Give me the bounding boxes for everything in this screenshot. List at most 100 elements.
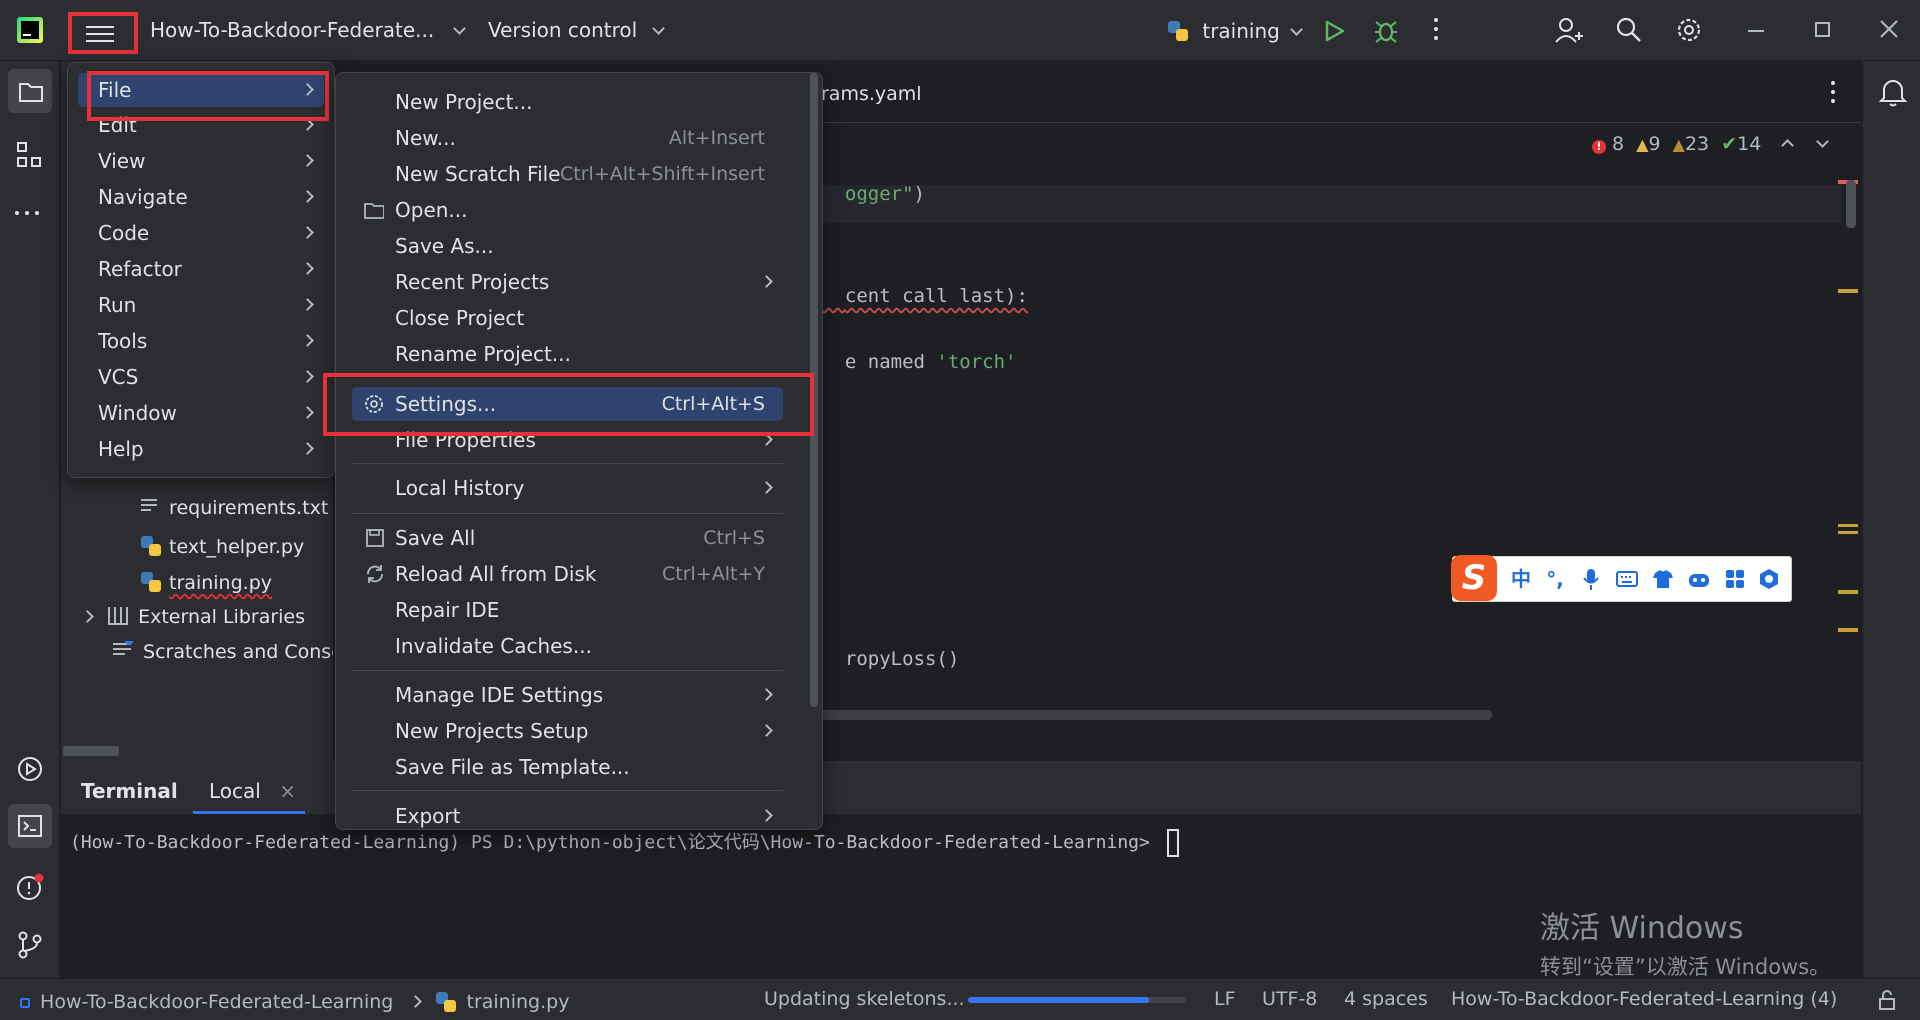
minimize-button[interactable] bbox=[1748, 30, 1764, 32]
code-string: ogger" bbox=[844, 183, 914, 205]
menu-item-save-file-as-template[interactable]: Save File as Template... bbox=[352, 750, 783, 784]
menu-item-new[interactable]: New... Alt+Insert bbox=[352, 121, 783, 155]
git-branch-icon bbox=[18, 931, 42, 959]
menu-item-new-project[interactable]: New Project... bbox=[352, 85, 783, 119]
close-window-button[interactable] bbox=[1878, 18, 1900, 45]
structure-tool-button[interactable] bbox=[16, 141, 44, 174]
watermark-line1: 激活 Windows bbox=[1540, 911, 1744, 946]
save-icon bbox=[366, 529, 384, 547]
tree-item-requirements[interactable]: requirements.txt bbox=[141, 497, 328, 519]
project-selector[interactable]: How-To-Backdoor-Federate... bbox=[150, 18, 466, 42]
chevron-down-icon[interactable] bbox=[1816, 135, 1830, 148]
code-text: e named bbox=[844, 351, 937, 373]
lock-icon[interactable] bbox=[1878, 990, 1898, 1015]
add-user-button[interactable] bbox=[1554, 16, 1584, 49]
menu-item-export[interactable]: Export bbox=[352, 799, 783, 829]
menu-vcs[interactable]: VCS bbox=[78, 360, 324, 394]
vcs-selector[interactable]: Version control bbox=[488, 18, 665, 42]
indent-setting[interactable]: 4 spaces bbox=[1344, 988, 1428, 1010]
menu-item-local-history[interactable]: Local History bbox=[352, 471, 783, 505]
tree-item-scratches[interactable]: Scratches and Conso bbox=[113, 641, 333, 663]
line-separator[interactable]: LF bbox=[1214, 988, 1236, 1010]
keyboard-icon[interactable] bbox=[1615, 567, 1639, 591]
ime-mode-toggle[interactable]: 中 bbox=[1509, 567, 1533, 591]
menu-item-save-as[interactable]: Save As... bbox=[352, 229, 783, 263]
vertical-scrollbar[interactable] bbox=[1846, 180, 1856, 228]
editor-horizontal-scrollbar[interactable] bbox=[820, 710, 1492, 720]
menu-item-invalidate-caches[interactable]: Invalidate Caches... bbox=[352, 629, 783, 663]
prompt-text: (How-To-Backdoor-Federated-Learning) PS … bbox=[70, 832, 1150, 853]
menu-tools[interactable]: Tools bbox=[78, 324, 324, 358]
menu-run[interactable]: Run bbox=[78, 288, 324, 322]
menu-view[interactable]: View bbox=[78, 144, 324, 178]
menu-item-recent-projects[interactable]: Recent Projects bbox=[352, 265, 783, 299]
status-bar: How-To-Backdoor-Federated-Learning train… bbox=[0, 978, 1920, 1020]
close-icon[interactable]: × bbox=[279, 779, 296, 803]
menu-item-new-projects-setup[interactable]: New Projects Setup bbox=[352, 714, 783, 748]
menu-item-reload-all[interactable]: Reload All from Disk Ctrl+Alt+Y bbox=[352, 557, 783, 591]
menu-window[interactable]: Window bbox=[78, 396, 324, 430]
inspection-widget[interactable]: ! 8 ▲9 ▲23 ✔14 bbox=[1592, 133, 1830, 155]
chevron-right-icon bbox=[301, 262, 314, 275]
code-line: ogger") bbox=[822, 161, 925, 205]
chevron-up-icon[interactable] bbox=[1781, 139, 1795, 152]
python-icon bbox=[436, 992, 457, 1012]
breadcrumb-file[interactable]: training.py bbox=[467, 991, 570, 1013]
tree-item-training[interactable]: training.py bbox=[141, 569, 272, 594]
menu-help[interactable]: Help bbox=[78, 432, 324, 466]
menu-item-repair-ide[interactable]: Repair IDE bbox=[352, 593, 783, 627]
breadcrumb-project[interactable]: How-To-Backdoor-Federated-Learning bbox=[40, 991, 393, 1013]
warning-stripe-marker bbox=[1838, 524, 1858, 527]
restore-button[interactable] bbox=[1815, 22, 1830, 37]
editor-tab[interactable]: rams.yaml bbox=[821, 83, 922, 105]
project-name: How-To-Backdoor-Federate... bbox=[150, 18, 435, 42]
settings-button[interactable] bbox=[1674, 15, 1704, 50]
warning-count: 9 bbox=[1648, 133, 1661, 155]
menu-item-new-scratch-file[interactable]: New Scratch File Ctrl+Alt+Shift+Insert bbox=[352, 157, 783, 191]
menu-navigate[interactable]: Navigate bbox=[78, 180, 324, 214]
more-tools-button[interactable] bbox=[15, 211, 39, 215]
chevron-right-icon bbox=[760, 809, 773, 822]
menu-item-rename-project[interactable]: Rename Project... bbox=[352, 337, 783, 371]
run-config-selector[interactable]: training bbox=[1168, 18, 1304, 43]
assistant-icon[interactable] bbox=[1687, 567, 1711, 591]
microphone-icon[interactable] bbox=[1579, 567, 1603, 591]
services-icon bbox=[18, 757, 42, 781]
background-task-label[interactable]: Updating skeletons... bbox=[764, 988, 965, 1010]
tree-item-text-helper[interactable]: text_helper.py bbox=[141, 533, 304, 558]
notifications-button[interactable] bbox=[1878, 77, 1908, 112]
toolbox-icon[interactable] bbox=[1723, 567, 1747, 591]
horizontal-scrollbar[interactable] bbox=[63, 746, 119, 756]
menu-label: Run bbox=[98, 293, 137, 317]
main-menu-button[interactable] bbox=[68, 12, 138, 54]
terminal-tab-local[interactable]: Local × bbox=[209, 779, 296, 803]
skin-icon[interactable] bbox=[1651, 567, 1675, 591]
sogou-logo[interactable]: S bbox=[1451, 555, 1497, 601]
menu-item-save-all[interactable]: Save All Ctrl+S bbox=[352, 521, 783, 555]
problems-tool-button[interactable] bbox=[15, 872, 45, 907]
more-actions-button[interactable] bbox=[1434, 18, 1440, 40]
menu-item-open[interactable]: Open... bbox=[352, 193, 783, 227]
menu-item-close-project[interactable]: Close Project bbox=[352, 301, 783, 335]
ime-settings-icon[interactable] bbox=[1757, 567, 1781, 591]
terminal-prompt[interactable]: (How-To-Backdoor-Federated-Learning) PS … bbox=[70, 828, 1179, 857]
tab-actions-button[interactable] bbox=[1831, 81, 1835, 103]
chevron-right-icon bbox=[760, 481, 773, 494]
file-encoding[interactable]: UTF-8 bbox=[1262, 988, 1317, 1010]
python-interpreter[interactable]: How-To-Backdoor-Federated-Learning (4) bbox=[1451, 988, 1837, 1010]
git-tool-button[interactable] bbox=[15, 930, 45, 965]
warning-stripe-marker bbox=[1838, 628, 1858, 632]
run-button[interactable] bbox=[1322, 19, 1346, 48]
menu-refactor[interactable]: Refactor bbox=[78, 252, 324, 286]
ime-punctuation-toggle[interactable]: °, bbox=[1543, 567, 1567, 591]
tree-item-external-libraries[interactable]: External Libraries bbox=[81, 605, 305, 628]
project-tool-button[interactable] bbox=[8, 69, 52, 113]
menu-code[interactable]: Code bbox=[78, 216, 324, 250]
terminal-tool-button[interactable] bbox=[8, 804, 52, 848]
debug-button[interactable] bbox=[1373, 17, 1399, 48]
menu-item-manage-ide-settings[interactable]: Manage IDE Settings bbox=[352, 678, 783, 712]
search-button[interactable] bbox=[1615, 16, 1643, 49]
menu-separator bbox=[352, 670, 783, 671]
terminal-header: Terminal Local × bbox=[61, 761, 1861, 814]
services-tool-button[interactable] bbox=[15, 754, 45, 789]
